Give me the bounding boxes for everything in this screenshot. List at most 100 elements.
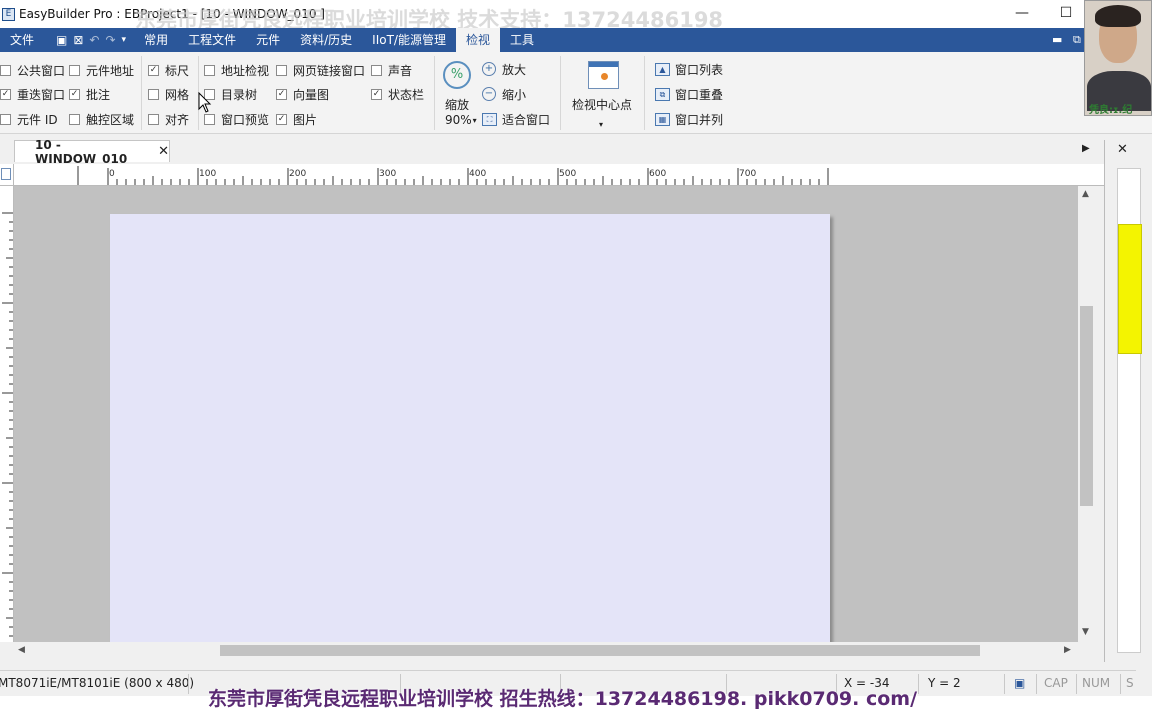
checkbox-box[interactable] — [204, 64, 215, 76]
checkbox-label: 网格 — [165, 87, 190, 102]
checkbox-grid[interactable]: 网格 — [148, 84, 189, 104]
status-separator — [1120, 674, 1121, 694]
zoom-in-button[interactable]: + 放大 — [482, 59, 526, 79]
menu-iiot[interactable]: IIoT/能源管理 — [362, 28, 456, 52]
checkbox-status-bar[interactable]: ✓ 状态栏 — [371, 84, 424, 104]
document-tab-strip: 10 - WINDOW_010 ✕ ▶ — [0, 138, 1104, 166]
avatar-caption: 凭良:ɪ.纪 — [1089, 105, 1133, 116]
checkbox-window-preview[interactable]: 窗口预览 — [204, 109, 269, 129]
checkbox-picture[interactable]: ✓ 图片 — [276, 109, 317, 129]
menu-tools[interactable]: 工具 — [500, 28, 544, 52]
checkbox-vector-image[interactable]: ✓ 向量图 — [276, 84, 329, 104]
checkbox-box[interactable] — [69, 113, 80, 125]
scroll-left-icon[interactable]: ◀ — [18, 645, 25, 655]
minimize-button[interactable]: — — [1002, 2, 1042, 24]
menu-view[interactable]: 检视 — [455, 28, 500, 52]
save-icon[interactable]: ▣ — [56, 33, 67, 47]
mdi-minimize-icon[interactable]: ▬ — [1052, 28, 1062, 52]
scroll-down-icon[interactable]: ▼ — [1082, 627, 1089, 637]
zoom-magnifier-icon[interactable]: % — [443, 61, 471, 89]
menu-file[interactable]: 文件 — [0, 28, 44, 52]
view-center-button[interactable]: 检视中心点 — [572, 94, 632, 114]
menu-data-history[interactable]: 资料/历史 — [290, 28, 362, 52]
horizontal-scroll-thumb[interactable] — [220, 645, 980, 656]
checkbox-box[interactable]: ✓ — [0, 88, 11, 100]
menu-objects[interactable]: 元件 — [246, 28, 290, 52]
vertical-scroll-thumb[interactable] — [1080, 306, 1093, 506]
checkbox-comment[interactable]: ✓ 批注 — [69, 84, 110, 104]
checkbox-ruler[interactable]: ✓ 标尺 — [148, 60, 189, 80]
checkbox-box[interactable] — [69, 64, 80, 76]
right-docked-pane: ✕ — [1104, 140, 1152, 662]
ruler-corner-icon[interactable] — [1, 168, 11, 180]
scroll-up-icon[interactable]: ▲ — [1082, 189, 1089, 199]
view-center-dropdown-icon[interactable]: ▾ — [599, 114, 603, 134]
tab-window-010[interactable]: 10 - WINDOW_010 ✕ — [14, 138, 170, 166]
checkbox-box[interactable] — [276, 64, 287, 76]
status-separator — [726, 674, 727, 694]
mdi-restore-icon[interactable]: ⧉ — [1073, 28, 1081, 52]
checkbox-overlap-window[interactable]: ✓ 重迭窗口 — [0, 84, 65, 104]
checkbox-box[interactable] — [148, 88, 159, 100]
save-close-icon[interactable]: ⊠ — [73, 33, 83, 47]
status-model: MT8071iE/MT8101iE (800 x 480) — [0, 676, 195, 690]
status-y-coordinate: Y = 2 — [928, 676, 961, 690]
menu-project[interactable]: 工程文件 — [178, 28, 246, 52]
view-center-icon[interactable] — [588, 61, 619, 89]
checkbox-box[interactable]: ✓ — [371, 88, 382, 100]
ribbon-separator — [434, 56, 435, 130]
checkbox-common-window[interactable]: 公共窗口 — [0, 60, 65, 80]
pane-close-icon[interactable]: ✕ — [1117, 142, 1128, 157]
menu-home[interactable]: 常用 — [134, 28, 178, 52]
checkbox-box[interactable] — [0, 113, 11, 125]
checkbox-box[interactable]: ✓ — [69, 88, 80, 100]
app-icon[interactable]: E — [2, 7, 15, 21]
ruler-label: 300 — [379, 169, 396, 179]
tile-windows-button[interactable]: ▦ 窗口并列 — [655, 109, 723, 129]
checkbox-address-view[interactable]: 地址检视 — [204, 60, 269, 80]
status-cap: CAP — [1044, 676, 1068, 690]
undo-icon[interactable]: ↶ — [89, 33, 99, 47]
zoom-dropdown[interactable]: 90% ▾ — [445, 110, 477, 130]
checkbox-sound[interactable]: 声音 — [371, 60, 412, 80]
scroll-right-icon[interactable]: ▶ — [1064, 645, 1071, 655]
status-separator — [560, 674, 561, 694]
checkbox-box[interactable] — [204, 113, 215, 125]
zoom-out-button[interactable]: − 缩小 — [482, 84, 526, 104]
horizontal-scrollbar[interactable]: ◀ ▶ — [14, 642, 1078, 659]
checkbox-label: 元件地址 — [86, 63, 135, 78]
cascade-windows-button[interactable]: ⧉ 窗口重叠 — [655, 84, 723, 104]
checkbox-label: 重迭窗口 — [17, 87, 66, 102]
checkbox-box[interactable] — [148, 113, 159, 125]
checkbox-align[interactable]: 对齐 — [148, 109, 189, 129]
checkbox-web-link-window[interactable]: 网页链接窗口 — [276, 60, 365, 80]
checkbox-label: 触控区域 — [86, 112, 135, 127]
pane-highlight — [1118, 224, 1142, 354]
tab-close-icon[interactable]: ✕ — [158, 144, 169, 159]
window-list-button[interactable]: ▲ 窗口列表 — [655, 59, 723, 79]
center-dot — [601, 73, 608, 80]
presenter-avatar: 凭良:ɪ.纪 — [1084, 0, 1152, 116]
customize-dropdown-icon[interactable]: ▾ — [122, 35, 127, 45]
checkbox-box[interactable] — [0, 64, 11, 76]
redo-icon[interactable]: ↷ — [105, 33, 115, 47]
checkbox-box[interactable]: ✓ — [276, 88, 287, 100]
checkbox-touch-area[interactable]: 触控区域 — [69, 109, 134, 129]
checkbox-label: 状态栏 — [388, 87, 425, 102]
checkbox-label: 窗口预览 — [221, 112, 270, 127]
checkbox-object-address[interactable]: 元件地址 — [69, 60, 134, 80]
tab-scroll-right-icon[interactable]: ▶ — [1082, 143, 1090, 154]
checkbox-box[interactable]: ✓ — [276, 113, 287, 125]
fit-window-button[interactable]: ⛶ 适合窗口 — [482, 109, 550, 129]
editor-canvas[interactable] — [14, 186, 1078, 642]
maximize-button[interactable]: ☐ — [1046, 2, 1086, 24]
checkbox-box[interactable] — [371, 64, 382, 76]
ribbon-separator — [560, 56, 561, 130]
chevron-down-icon: ▾ — [472, 115, 477, 125]
hmi-window-page[interactable] — [110, 214, 830, 642]
checkbox-label: 批注 — [86, 87, 111, 102]
checkbox-box[interactable]: ✓ — [148, 64, 159, 76]
vertical-scrollbar[interactable]: ▲ ▼ — [1078, 186, 1095, 642]
checkbox-object-id[interactable]: 元件 ID — [0, 109, 58, 129]
status-num: NUM — [1082, 676, 1111, 690]
